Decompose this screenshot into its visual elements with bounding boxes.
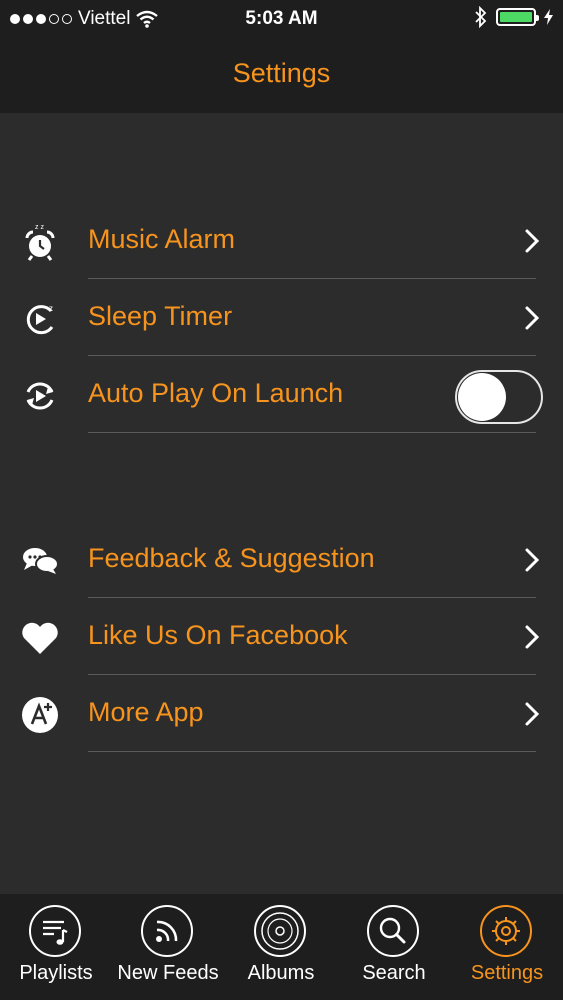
- search-icon: [367, 905, 419, 957]
- row-label: Sleep Timer: [88, 301, 233, 331]
- chevron-right-icon: [525, 306, 540, 330]
- chat-bubbles-icon: [23, 548, 59, 574]
- chevron-right-icon: [525, 548, 540, 572]
- row-label: Feedback & Suggestion: [88, 543, 375, 573]
- tab-label: Albums: [247, 962, 315, 984]
- tab-settings[interactable]: Settings: [451, 894, 563, 1000]
- toggle-knob: [458, 373, 506, 421]
- page-title: Settings: [232, 58, 331, 88]
- row-divider: [88, 750, 536, 752]
- facebook-row[interactable]: Like Us On Facebook: [0, 598, 563, 675]
- sleep-timer-icon: z: [26, 304, 54, 335]
- chevron-right-icon: [525, 702, 540, 726]
- battery-icon: [496, 8, 539, 26]
- row-label: Music Alarm: [88, 224, 236, 254]
- tab-label: Playlists: [19, 962, 93, 984]
- chevron-right-icon: [525, 229, 540, 253]
- vinyl-record-icon: [254, 905, 306, 957]
- tab-new-feeds[interactable]: New Feeds: [112, 894, 224, 1000]
- tab-label: New Feeds: [117, 962, 219, 984]
- charging-icon: [544, 9, 553, 25]
- chevron-right-icon: [525, 625, 540, 649]
- auto-play-row: Auto Play On Launch: [0, 356, 563, 433]
- bluetooth-icon: [475, 6, 487, 28]
- navigation-bar: Settings: [0, 40, 563, 113]
- row-label: More App: [88, 697, 204, 727]
- sleep-timer-row[interactable]: z Sleep Timer: [0, 279, 563, 356]
- heart-icon: [22, 622, 58, 654]
- svg-text:z: z: [49, 304, 53, 313]
- gear-icon: [480, 905, 532, 957]
- row-label: Like Us On Facebook: [88, 620, 348, 650]
- tab-albums[interactable]: Albums: [225, 894, 337, 1000]
- playlist-icon: [29, 905, 81, 957]
- music-alarm-row[interactable]: z z Music Alarm: [0, 202, 563, 279]
- settings-group-support: Feedback & Suggestion Like Us On Faceboo…: [0, 521, 563, 752]
- rss-feed-icon: [141, 905, 193, 957]
- svg-text:z z: z z: [35, 224, 44, 231]
- tab-bar: Playlists New Feeds Albums Search Settin…: [0, 894, 563, 1000]
- tab-playlists[interactable]: Playlists: [0, 894, 112, 1000]
- status-bar: Viettel 5:03 AM: [0, 0, 563, 40]
- row-label: Auto Play On Launch: [88, 378, 344, 408]
- feedback-row[interactable]: Feedback & Suggestion: [0, 521, 563, 598]
- alarm-clock-icon: z z: [25, 224, 55, 261]
- tab-label: Search: [362, 962, 426, 984]
- settings-group-playback: z z Music Alarm z Sleep Timer Auto Play …: [0, 202, 563, 433]
- app-store-icon: [22, 697, 58, 733]
- auto-play-icon: [26, 382, 54, 410]
- tab-search[interactable]: Search: [338, 894, 450, 1000]
- row-divider: [88, 431, 536, 433]
- auto-play-toggle[interactable]: [455, 370, 543, 424]
- more-app-row[interactable]: More App: [0, 675, 563, 752]
- tab-label: Settings: [470, 962, 544, 984]
